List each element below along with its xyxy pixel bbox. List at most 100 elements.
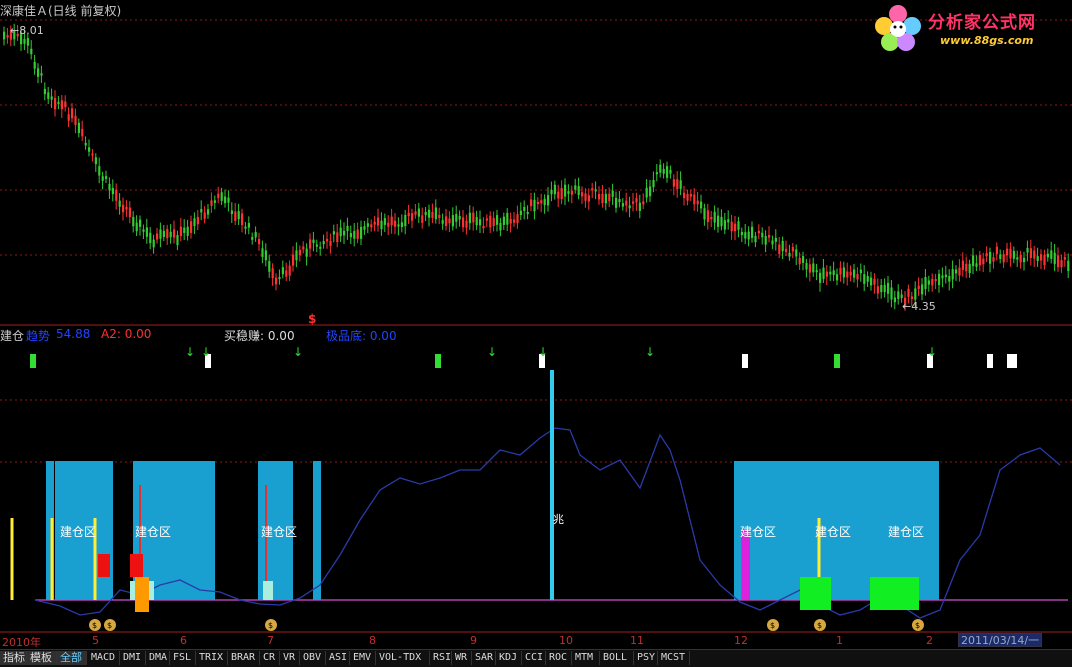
price-candle [744,232,747,239]
price-candle [346,225,349,231]
tab-wr[interactable]: WR [452,651,472,665]
price-candle [319,246,322,249]
price-candle [985,253,988,257]
tab-dmi[interactable]: DMI [120,651,146,665]
price-candle [302,246,305,250]
tab-macd[interactable]: MACD [88,651,120,665]
price-candle [193,218,196,226]
price-candle [366,223,369,227]
chart-canvas[interactable]: ↓ ↓ ↓ ↓ ↓ ↓ ↓ $ $ $ $ $ $ [0,0,1072,666]
price-candle [258,239,261,245]
tab-vr[interactable]: VR [280,651,300,665]
price-candle [111,187,114,195]
tab-trix[interactable]: TRIX [196,651,228,665]
tab-vol-tdx[interactable]: VOL-TDX [376,651,430,665]
tab-sar[interactable]: SAR [472,651,496,665]
price-candle [802,256,805,263]
price-candle [689,194,692,197]
price-candle [241,213,244,225]
price-candle [805,262,808,270]
price-candle [295,250,298,261]
tab-emv[interactable]: EMV [350,651,376,665]
tab-dma[interactable]: DMA [146,651,170,665]
red-block [98,554,110,577]
price-candle [397,224,400,227]
price-candle [54,98,57,110]
price-candle [519,210,522,215]
price-candle [349,233,352,238]
price-candle [530,199,533,207]
price-candle [798,257,801,265]
tab-cr[interactable]: CR [260,651,280,665]
price-candle [683,192,686,199]
price-candle [533,199,536,212]
price-candle [513,219,516,223]
price-candle [230,210,233,215]
price-candle [74,115,77,125]
price-candle [380,220,383,230]
price-candle [200,208,203,213]
tab-psy[interactable]: PSY [634,651,658,665]
price-candle [91,153,94,156]
price-candle [652,179,655,188]
down-arrow-icon: ↓ [927,345,937,359]
price-candle [105,176,108,179]
price-candle [434,207,437,220]
price-candle [621,203,624,207]
tab-mtm[interactable]: MTM [572,651,600,665]
tab-roc[interactable]: ROC [546,651,572,665]
tab-boll[interactable]: BOLL [600,651,634,665]
price-candle [190,221,193,233]
tab-asi[interactable]: ASI [326,651,350,665]
price-candle [785,248,788,252]
tab-rsi[interactable]: RSI [430,651,452,665]
green-block [800,577,831,610]
tab-fsl[interactable]: FSL [170,651,196,665]
price-candle [570,190,573,195]
down-arrow-icon: ↓ [185,345,195,359]
signal-bar [550,370,554,600]
money-bag-symbol: $ [915,621,920,630]
tab-obv[interactable]: OBV [300,651,326,665]
x-axis-label: 9 [470,634,477,647]
price-candle [567,191,570,194]
price-candle [723,220,726,230]
price-candle [312,239,315,243]
tab-template[interactable]: 模板 [27,651,57,665]
price-candle [1063,257,1066,260]
tab-indicator[interactable]: 指标 [0,651,27,665]
price-candle [23,38,26,44]
price-candle [815,270,818,273]
price-candle [761,232,764,238]
x-axis-label: 1 [836,634,843,647]
price-candle [1019,254,1022,263]
price-candle [1026,247,1029,253]
price-candle [94,157,97,165]
price-candle [526,211,529,215]
price-candle [594,189,597,192]
price-candle [642,201,645,205]
tab-kdj[interactable]: KDJ [496,651,522,665]
site-logo: 分析家公式网 www.88gs.com [870,2,1070,54]
price-candle [322,241,325,245]
tab-cci[interactable]: CCI [522,651,546,665]
down-arrow-icon: ↓ [293,345,303,359]
price-candle [329,240,332,246]
price-candle [836,274,839,281]
price-candle [934,278,937,282]
tab-mcst[interactable]: MCST [658,651,690,665]
price-candle [550,189,553,195]
price-candle [955,269,958,274]
price-candle [547,195,550,206]
price-candle [965,263,968,272]
price-candle [207,209,210,215]
price-candle [1006,248,1009,256]
price-candle [278,277,281,280]
price-candle [839,267,842,275]
price-candle [853,269,856,278]
tab-brar[interactable]: BRAR [228,651,260,665]
price-candle [128,207,131,218]
price-candle [948,276,951,282]
price-candle [669,169,672,174]
tab-all[interactable]: 全部 [57,651,87,665]
